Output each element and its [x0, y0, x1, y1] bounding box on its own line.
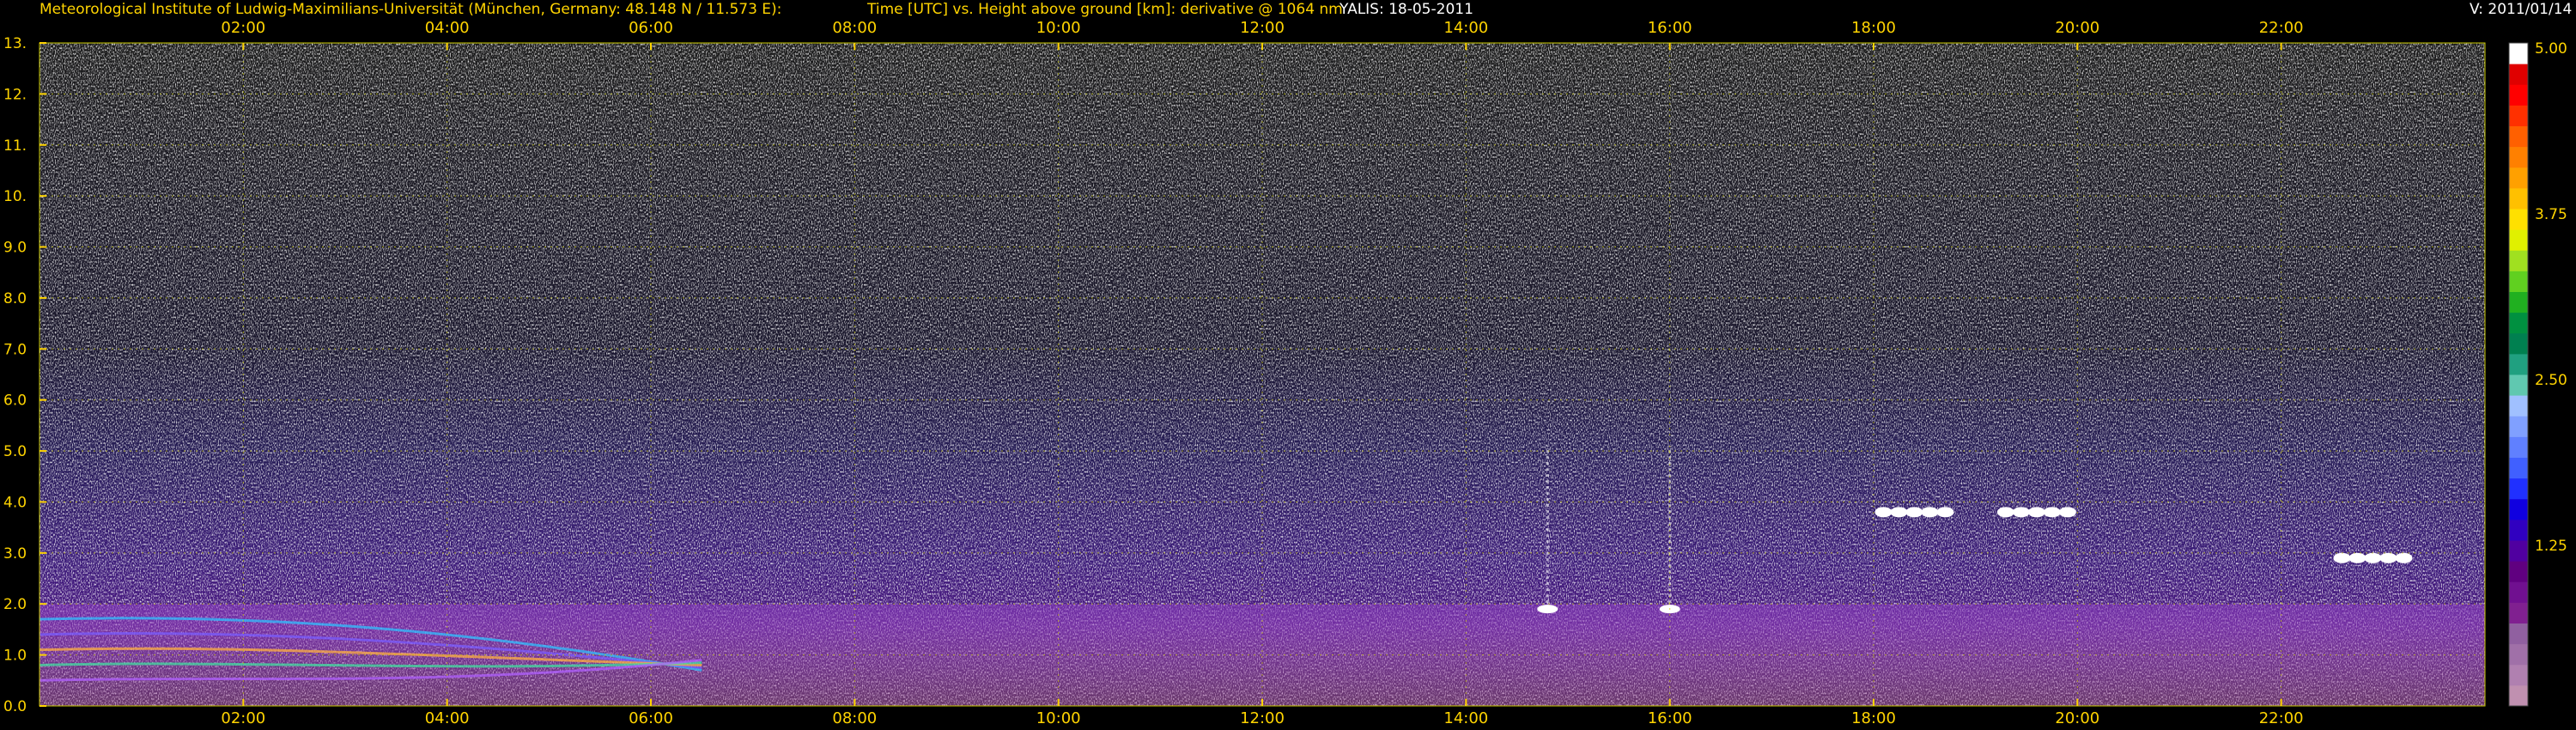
- y-tick-label: 3.0: [3, 545, 27, 563]
- colorbar-swatch: [2509, 250, 2528, 271]
- y-tick-label: 8.0: [3, 290, 27, 307]
- colorbar-swatch: [2509, 457, 2528, 479]
- y-tick-label: 7.0: [3, 341, 27, 358]
- x-tick-label-bottom: 16:00: [1648, 709, 1692, 727]
- y-tick-label: 5.0: [3, 443, 27, 460]
- colorbar-swatch: [2509, 561, 2528, 582]
- colorbar-swatch: [2509, 64, 2528, 85]
- colorbar-swatch: [2509, 209, 2528, 230]
- colorbar-swatch: [2509, 167, 2528, 189]
- colorbar-swatch: [2509, 43, 2528, 64]
- colorbar-swatch: [2509, 187, 2528, 210]
- x-tick-label-top: 22:00: [2259, 19, 2304, 37]
- x-tick-label-bottom: 06:00: [629, 709, 673, 727]
- colorbar-swatch: [2509, 478, 2528, 500]
- x-tick-label-bottom: 04:00: [425, 709, 470, 727]
- colorbar-swatch: [2509, 229, 2528, 251]
- y-tick-label: 10.: [3, 188, 27, 205]
- colorbar-swatch: [2509, 664, 2528, 686]
- x-tick-label-bottom: 18:00: [1851, 709, 1896, 727]
- plume-base: [1537, 605, 1558, 614]
- colorbar-swatch: [2509, 436, 2528, 458]
- cloud: [2333, 552, 2413, 563]
- y-tick-label: 12.: [3, 86, 27, 103]
- x-tick-label-top: 18:00: [1851, 19, 1896, 37]
- x-tick-label-top: 02:00: [221, 19, 265, 37]
- colorbar-swatch: [2509, 312, 2528, 334]
- y-tick-label: 6.0: [3, 392, 27, 410]
- y-tick-label: 4.0: [3, 494, 27, 511]
- colorbar-swatch: [2509, 684, 2528, 707]
- colorbar-swatch: [2509, 623, 2528, 645]
- y-tick-label: 11.: [3, 137, 27, 155]
- x-tick-label-bottom: 08:00: [832, 709, 877, 727]
- x-tick-label-top: 14:00: [1443, 19, 1488, 37]
- y-tick-label: 0.0: [3, 698, 27, 715]
- x-tick-label-top: 06:00: [629, 19, 673, 37]
- colorbar-swatch: [2509, 84, 2528, 106]
- colorbar-swatch: [2509, 395, 2528, 417]
- colorbar-tick-label: 5.00: [2535, 40, 2567, 58]
- colorbar: 1.25 2.50 3.75 5.00: [2508, 40, 2567, 707]
- lidar-chart: 02:00 02:00 04:00 04:00 06:00 06:00 08:00 08:00…: [3, 19, 2567, 727]
- y-tick-label: 13.: [3, 35, 27, 52]
- colorbar-swatch: [2509, 416, 2528, 437]
- y-tick-label: 1.0: [3, 648, 27, 665]
- colorbar-swatch: [2509, 332, 2528, 355]
- y-tick-label: 9.0: [3, 240, 27, 257]
- colorbar-swatch: [2509, 105, 2528, 126]
- x-tick-label-bottom: 10:00: [1036, 709, 1081, 727]
- x-tick-label-bottom: 22:00: [2259, 709, 2304, 727]
- x-tick-label-bottom: 20:00: [2055, 709, 2099, 727]
- x-tick-label-bottom: 14:00: [1443, 709, 1488, 727]
- colorbar-swatch: [2509, 271, 2528, 292]
- x-tick-label-bottom: 12:00: [1240, 709, 1285, 727]
- colorbar-swatch: [2509, 581, 2528, 603]
- colorbar-tick-label: 1.25: [2535, 538, 2567, 555]
- colorbar-swatch: [2509, 643, 2528, 666]
- x-tick-label-top: 04:00: [425, 19, 470, 37]
- colorbar-swatch: [2509, 602, 2528, 624]
- colorbar-swatch: [2509, 519, 2528, 541]
- colorbar-swatch: [2509, 498, 2528, 520]
- cloud: [1874, 507, 1954, 518]
- x-tick-label-top: 08:00: [832, 19, 877, 37]
- colorbar-swatch: [2509, 540, 2528, 562]
- colorbar-swatch: [2509, 125, 2528, 148]
- colorbar-swatch: [2509, 146, 2528, 168]
- colorbar-swatch: [2509, 353, 2528, 375]
- x-tick-label-bottom: 02:00: [221, 709, 265, 727]
- x-tick-label-top: 20:00: [2055, 19, 2099, 37]
- x-tick-label-top: 12:00: [1240, 19, 1285, 37]
- colorbar-swatch: [2509, 374, 2528, 396]
- y-tick-label: 2.0: [3, 596, 27, 613]
- colorbar-swatch: [2509, 291, 2528, 313]
- x-tick-label-top: 16:00: [1648, 19, 1692, 37]
- colorbar-tick-label: 3.75: [2535, 206, 2567, 223]
- x-tick-label-top: 10:00: [1036, 19, 1081, 37]
- cloud: [1996, 507, 2076, 518]
- colorbar-tick-label: 2.50: [2535, 372, 2567, 389]
